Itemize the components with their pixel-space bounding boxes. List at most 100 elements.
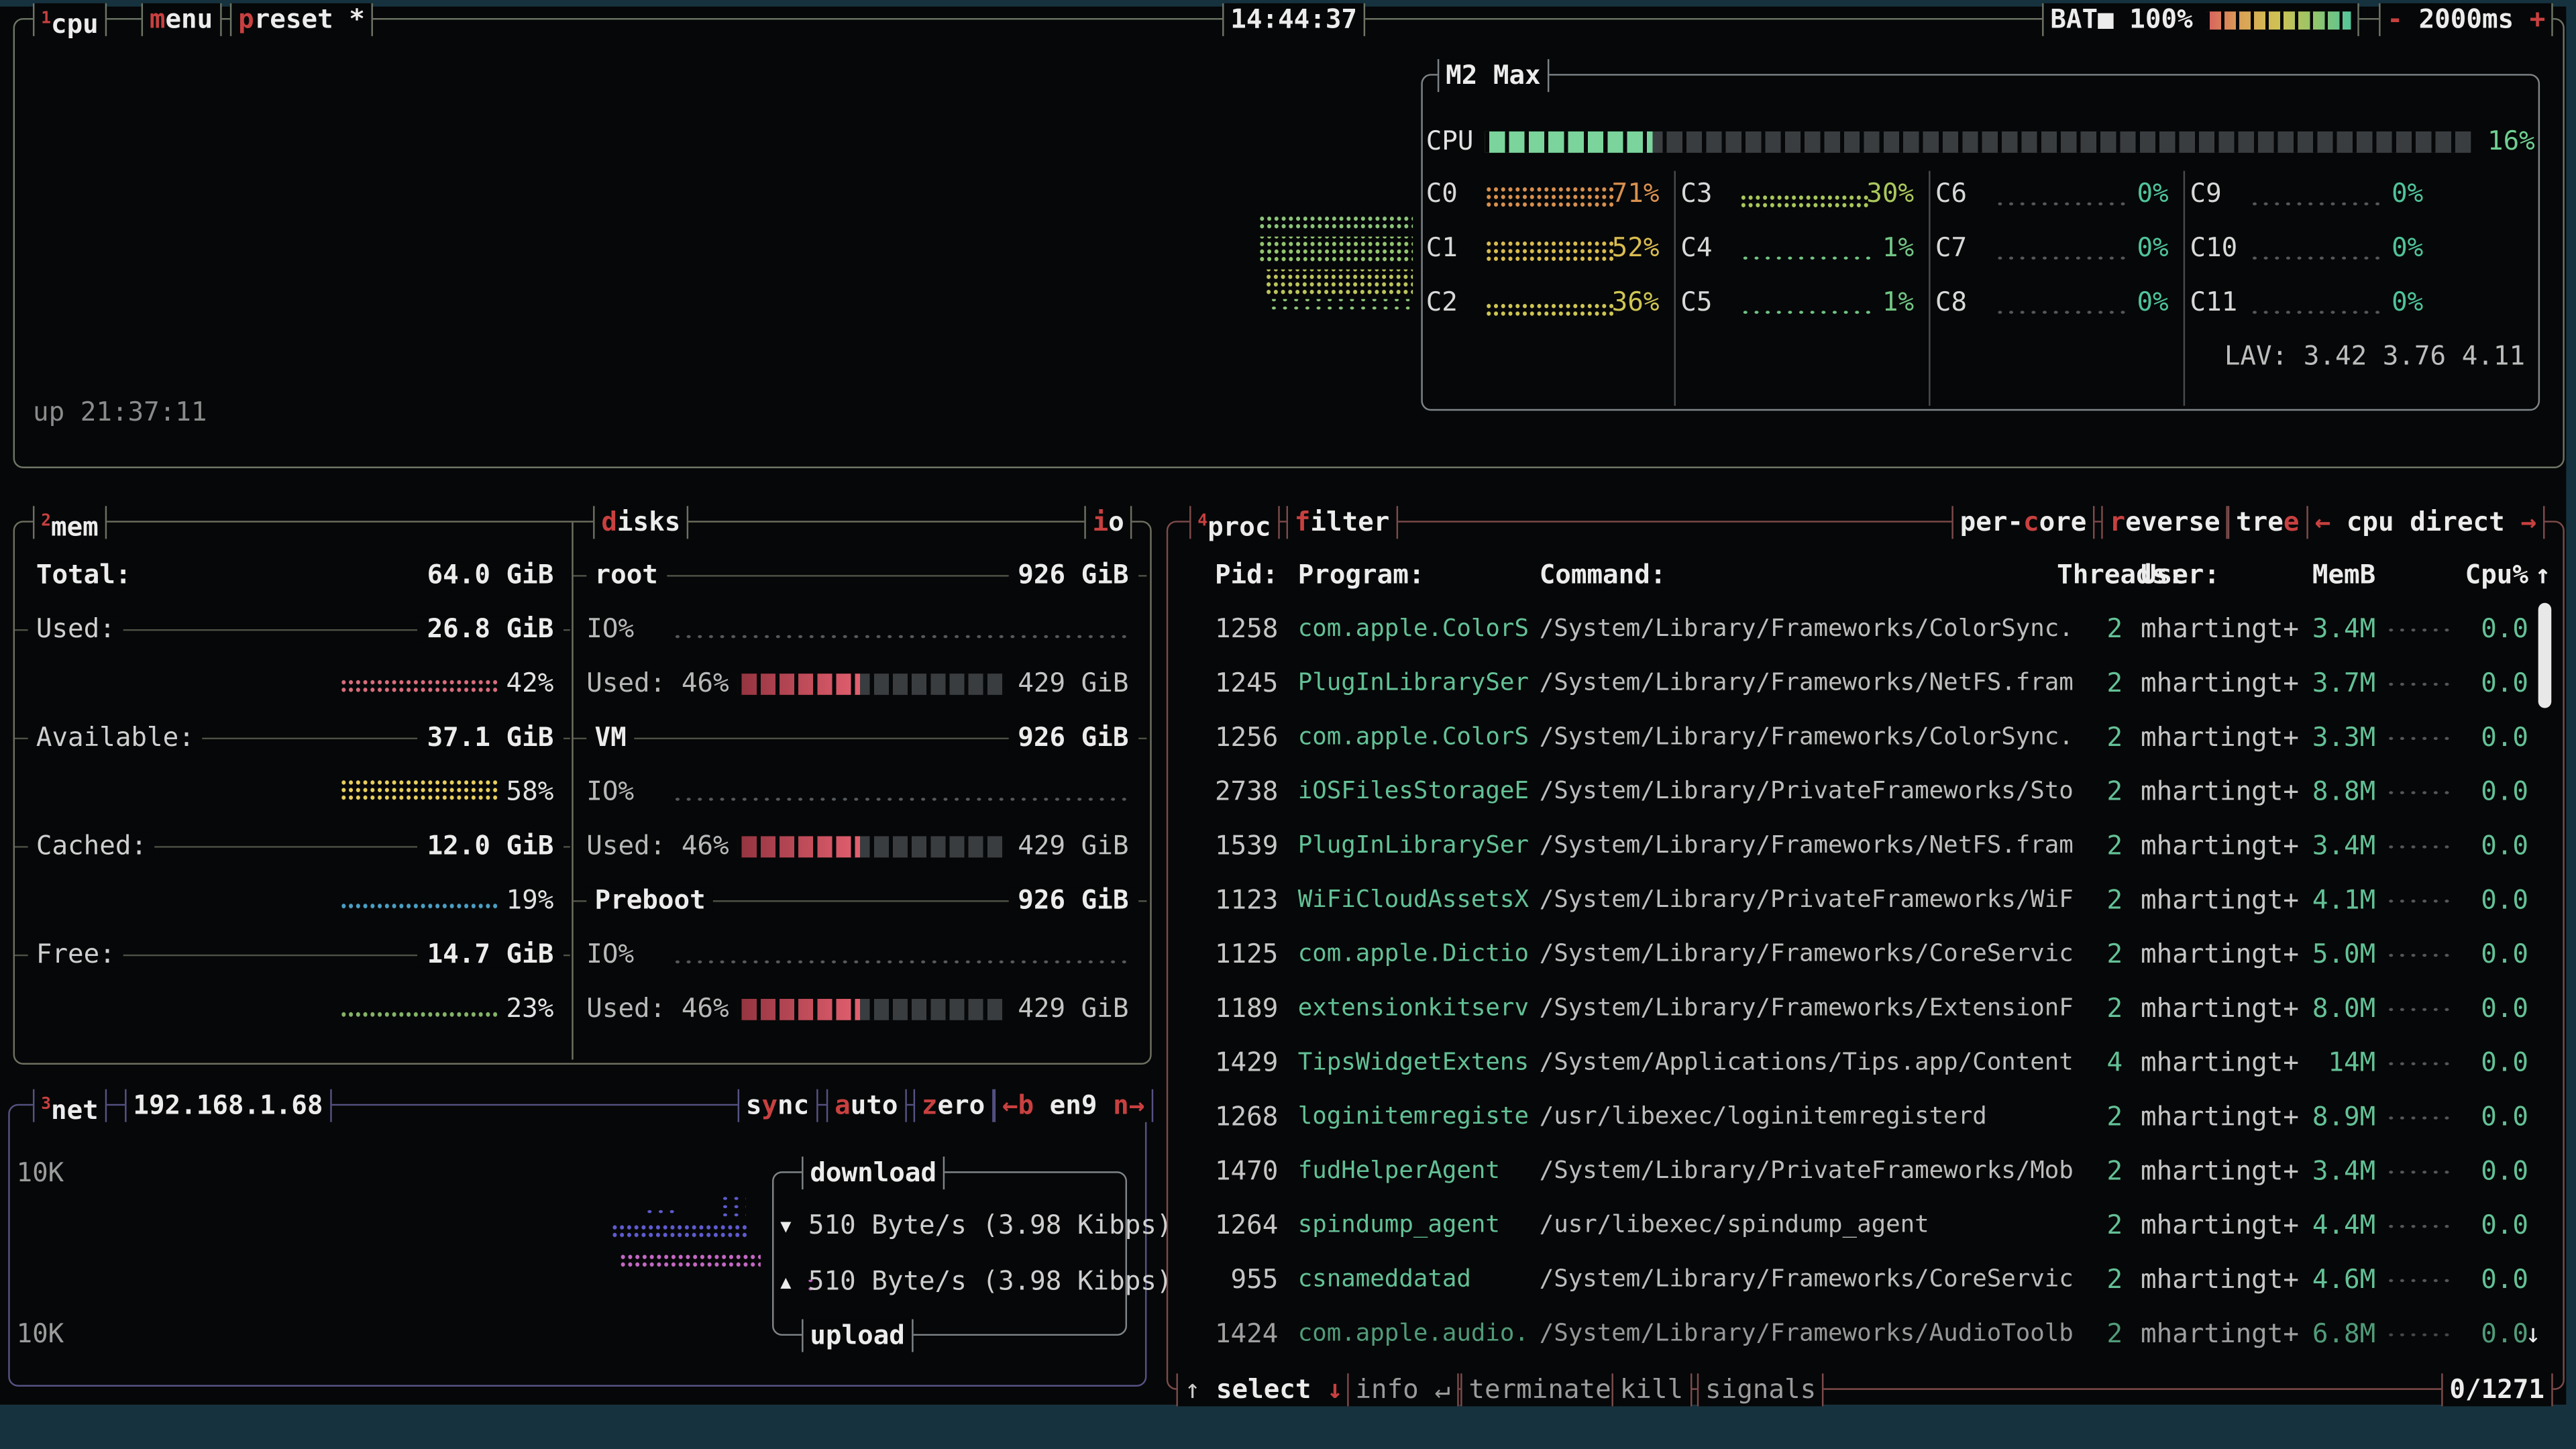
- sort-next-button[interactable]: →: [2520, 506, 2536, 537]
- terminate-button[interactable]: terminate: [1460, 1373, 1619, 1406]
- process-pid: 1264: [1170, 1212, 1279, 1238]
- net-auto-toggle[interactable]: auto: [826, 1089, 906, 1122]
- process-row[interactable]: 1268 loginitemregiste /usr/libexec/login…: [1170, 1104, 2543, 1130]
- process-row[interactable]: 1258 com.apple.ColorS /System/Library/Fr…: [1170, 616, 2543, 642]
- process-row[interactable]: 1429 TipsWidgetExtens /System/Applicatio…: [1170, 1050, 2543, 1076]
- core-graph: [1994, 256, 2126, 263]
- header-pid[interactable]: Pid:: [1170, 562, 1279, 588]
- disk-io-graph: [672, 795, 1132, 803]
- process-program: fudHelperAgent: [1298, 1159, 1500, 1185]
- process-mem: 3.7M: [2270, 670, 2375, 696]
- core-graph: [1739, 309, 1871, 317]
- core-label: C2: [1426, 289, 1458, 315]
- disk-name-row: VM 926 GiB: [574, 724, 1145, 751]
- mem-usage-graph: [340, 678, 498, 693]
- mem-stat-label: Available:: [28, 724, 203, 751]
- select-up-button[interactable]: ↑: [1185, 1373, 1201, 1405]
- process-program: com.apple.Dictio: [1298, 941, 1529, 967]
- process-pid: 955: [1170, 1267, 1279, 1293]
- core-graph: [1485, 302, 1617, 317]
- cpu-core: C10 0%: [2190, 235, 2432, 264]
- signals-button[interactable]: signals: [1697, 1373, 1825, 1406]
- process-row[interactable]: 955 csnameddatad /System/Library/Framewo…: [1170, 1267, 2543, 1293]
- cpu-core: C0 71%: [1426, 180, 1669, 210]
- preset-button[interactable]: preset *: [230, 3, 373, 36]
- process-row[interactable]: 1189 extensionkitserv /System/Library/Fr…: [1170, 996, 2543, 1022]
- process-mem: 5.0M: [2270, 941, 2375, 967]
- process-command: /System/Library/Frameworks/CoreServic: [1540, 1267, 2074, 1293]
- process-command: /System/Library/Frameworks/ExtensionF: [1540, 996, 2074, 1022]
- sort-prev-button[interactable]: ←: [2315, 506, 2331, 537]
- disk-size: 926 GiB: [1008, 724, 1139, 751]
- interface-name: en9: [1050, 1089, 1097, 1121]
- process-threads: 2: [2057, 670, 2123, 696]
- process-threads: 2: [2057, 1267, 2123, 1293]
- process-command: /System/Library/Frameworks/ColorSync.: [1540, 724, 2074, 751]
- header-threads[interactable]: Threads:: [2057, 562, 2123, 588]
- prev-interface-button[interactable]: ←b: [1002, 1089, 1034, 1121]
- selection-count: 0/1271: [2441, 1373, 2553, 1406]
- proc-scrollbar-thumb[interactable]: [2538, 603, 2552, 708]
- mem-stat-value: 12.0 GiB: [417, 833, 564, 859]
- sort-column: cpu direct: [2347, 506, 2505, 537]
- download-speed: 510 Byte/s (3.98 Kibps): [808, 1212, 1173, 1238]
- disks-title: disks: [593, 506, 688, 539]
- process-mem: 8.8M: [2270, 779, 2375, 805]
- net-sync-toggle[interactable]: sync: [738, 1089, 818, 1122]
- process-row[interactable]: 1256 com.apple.ColorS /System/Library/Fr…: [1170, 724, 2543, 751]
- process-row[interactable]: 1539 PlugInLibrarySer /System/Library/Fr…: [1170, 833, 2543, 859]
- interval-increase-button[interactable]: +: [2530, 3, 2546, 35]
- update-interval-control: - 2000ms +: [2379, 3, 2553, 36]
- disks-io-toggle[interactable]: io: [1084, 506, 1132, 539]
- process-row[interactable]: 1424 com.apple.audio. /System/Library/Fr…: [1170, 1321, 2543, 1347]
- mem-usage-graph: [340, 779, 498, 802]
- process-mem: 8.0M: [2270, 996, 2375, 1022]
- core-label: C7: [1935, 235, 1967, 261]
- interval-value: 2000ms: [2419, 3, 2514, 35]
- disk-name-row: root 926 GiB: [574, 562, 1145, 588]
- process-program: PlugInLibrarySer: [1298, 670, 1529, 696]
- next-interface-button[interactable]: n→: [1113, 1089, 1144, 1121]
- header-memb[interactable]: MemB: [2270, 562, 2375, 588]
- process-row[interactable]: 1245 PlugInLibrarySer /System/Library/Fr…: [1170, 670, 2543, 696]
- disk-used-meter: [738, 999, 1004, 1020]
- header-cpu[interactable]: Cpu%: [2434, 562, 2528, 588]
- disk-io-label: IO%: [586, 941, 634, 967]
- core-graph: [2249, 309, 2381, 317]
- proc-filter-button[interactable]: filter: [1287, 506, 1398, 539]
- process-row[interactable]: 1123 WiFiCloudAssetsX /System/Library/Pr…: [1170, 887, 2543, 913]
- process-threads: 2: [2057, 833, 2123, 859]
- process-mem: 3.3M: [2270, 724, 2375, 751]
- process-command: /System/Library/Frameworks/CoreServic: [1540, 941, 2074, 967]
- proc-box-title: 4proc: [1189, 506, 1279, 539]
- core-label: C1: [1426, 235, 1458, 261]
- proc-tree-toggle[interactable]: tree: [2228, 506, 2308, 539]
- header-command[interactable]: Command:: [1540, 562, 1666, 588]
- kill-button[interactable]: kill: [1611, 1373, 1691, 1406]
- cpu-history-graph: [1258, 237, 1413, 263]
- header-program[interactable]: Program:: [1298, 562, 1425, 588]
- core-label: C6: [1935, 180, 1967, 207]
- process-row[interactable]: 1264 spindump_agent /usr/libexec/spindum…: [1170, 1212, 2543, 1238]
- disk-used-label: Used: 46%: [586, 833, 729, 859]
- info-button[interactable]: info ↵: [1347, 1373, 1458, 1406]
- menu-button[interactable]: menu: [142, 3, 221, 36]
- process-row[interactable]: 1470 fudHelperAgent /System/Library/Priv…: [1170, 1159, 2543, 1185]
- process-row[interactable]: 1125 com.apple.Dictio /System/Library/Fr…: [1170, 941, 2543, 967]
- cpu-core: C6 0%: [1935, 180, 2178, 210]
- process-mem: 4.1M: [2270, 887, 2375, 913]
- select-down-button[interactable]: ↓: [1327, 1373, 1343, 1405]
- proc-reverse-toggle[interactable]: reverse: [2101, 506, 2229, 539]
- core-percent: 0%: [2137, 180, 2168, 207]
- interval-decrease-button[interactable]: -: [2387, 3, 2403, 35]
- process-row[interactable]: 2738 iOSFilesStorageE /System/Library/Pr…: [1170, 779, 2543, 805]
- header-user[interactable]: User:: [2141, 562, 2220, 588]
- download-panel-title: download: [802, 1157, 945, 1189]
- net-zero-toggle[interactable]: zero: [914, 1089, 994, 1122]
- process-command: /usr/libexec/loginitemregisterd: [1540, 1104, 1987, 1130]
- process-program: spindump_agent: [1298, 1212, 1500, 1238]
- process-command: /System/Library/Frameworks/NetFS.fram: [1540, 833, 2074, 859]
- process-threads: 2: [2057, 941, 2123, 967]
- proc-per-core-toggle[interactable]: per-core: [1951, 506, 2094, 539]
- cpu-core: C7 0%: [1935, 235, 2178, 264]
